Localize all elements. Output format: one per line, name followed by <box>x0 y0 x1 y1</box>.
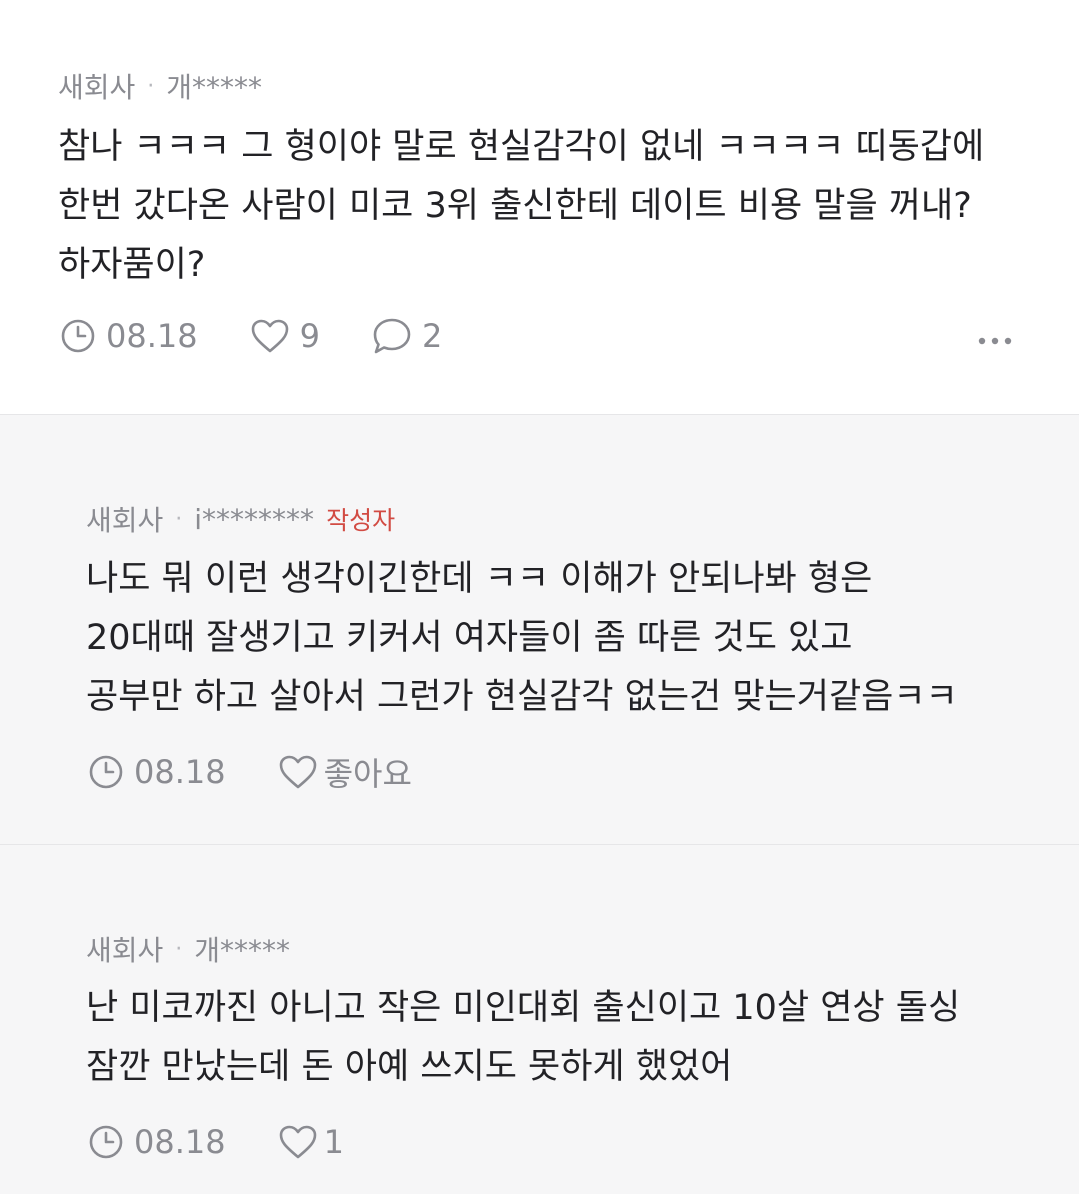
comment-body: 참나 ㅋㅋㅋ 그 형이야 말로 현실감각이 없네 ㅋㅋㅋㅋ 띠동갑에 한번 갔다… <box>58 118 984 295</box>
comment-line: 공부만 하고 살아서 그런가 현실감각 없는건 맞는거같음ㅋㅋ <box>86 677 958 717</box>
comment-meta: 새회사 · 개***** <box>58 66 262 106</box>
clock-icon <box>89 755 123 789</box>
more-options-button[interactable] <box>978 334 1012 348</box>
date-text: 08.18 <box>106 317 198 355</box>
comment-line: 난 미코까진 아니고 작은 미인대회 출신이고 10살 연상 돌싱 <box>86 988 961 1028</box>
meta-separator: · <box>147 73 155 99</box>
author-name: 개***** <box>166 71 263 104</box>
comment-item: 새회사 · 개***** 참나 ㅋㅋㅋ 그 형이야 말로 현실감각이 없네 ㅋㅋ… <box>0 0 1079 414</box>
date-text: 08.18 <box>134 753 226 791</box>
date-text: 08.18 <box>134 1123 226 1161</box>
author-badge: 작성자 <box>326 506 396 535</box>
comment-actions: 08.18 좋아요 <box>88 749 412 795</box>
clock-icon <box>61 319 95 353</box>
comment-line: 잠깐 만났는데 돈 아예 쓰지도 못하게 했었어 <box>86 1047 733 1087</box>
reply-item: 새회사 · i******** 작성자 나도 뭐 이런 생각이긴한데 ㅋㅋ 이해… <box>0 414 1079 844</box>
comment-meta: 새회사 · i******** 작성자 <box>86 499 395 539</box>
meta-separator: · <box>175 506 183 532</box>
reply-count: 2 <box>421 317 443 355</box>
like-count: 9 <box>299 317 320 355</box>
company-name: 새회사 <box>86 504 164 537</box>
comment-meta: 새회사 · 개***** <box>86 929 290 969</box>
heart-icon <box>251 319 288 353</box>
comment-line: 하자품이? <box>58 245 206 285</box>
clock-icon <box>89 1125 123 1159</box>
comment-body: 나도 뭐 이런 생각이긴한데 ㅋㅋ 이해가 안되나봐 형은 20대때 잘생기고 … <box>86 550 958 727</box>
heart-icon <box>279 1125 316 1159</box>
author-name: i******** <box>194 502 315 536</box>
comment-actions: 08.18 9 2 <box>60 317 442 355</box>
date-stamp: 08.18 <box>60 317 198 355</box>
like-button[interactable]: 1 <box>278 1123 344 1161</box>
comment-body: 난 미코까진 아니고 작은 미인대회 출신이고 10살 연상 돌싱 잠깐 만났는… <box>86 979 960 1097</box>
comment-line: 나도 뭐 이런 생각이긴한데 ㅋㅋ 이해가 안되나봐 형은 <box>86 559 873 599</box>
author-name: 개***** <box>194 934 291 967</box>
comment-bubble-icon <box>373 318 411 354</box>
like-button[interactable]: 좋아요 <box>278 749 412 795</box>
meta-separator: · <box>175 936 183 962</box>
comment-actions: 08.18 1 <box>88 1123 344 1161</box>
comment-line: 한번 갔다온 사람이 미코 3위 출신한테 데이트 비용 말을 꺼내? <box>58 186 972 226</box>
like-label: 좋아요 <box>323 755 412 793</box>
date-stamp: 08.18 <box>88 1123 226 1161</box>
reply-item: 새회사 · 개***** 난 미코까진 아니고 작은 미인대회 출신이고 10살… <box>0 844 1079 1194</box>
reply-button[interactable]: 2 <box>372 317 442 355</box>
more-horizontal-icon <box>978 337 1012 345</box>
company-name: 새회사 <box>58 71 136 104</box>
like-count: 1 <box>323 1123 344 1161</box>
comment-line: 참나 ㅋㅋㅋ 그 형이야 말로 현실감각이 없네 ㅋㅋㅋㅋ 띠동갑에 <box>58 127 985 167</box>
heart-icon <box>279 755 316 789</box>
date-stamp: 08.18 <box>88 753 226 791</box>
like-button[interactable]: 9 <box>250 317 320 355</box>
company-name: 새회사 <box>86 934 164 967</box>
comment-line: 20대때 잘생기고 키커서 여자들이 좀 따른 것도 있고 <box>86 618 853 658</box>
